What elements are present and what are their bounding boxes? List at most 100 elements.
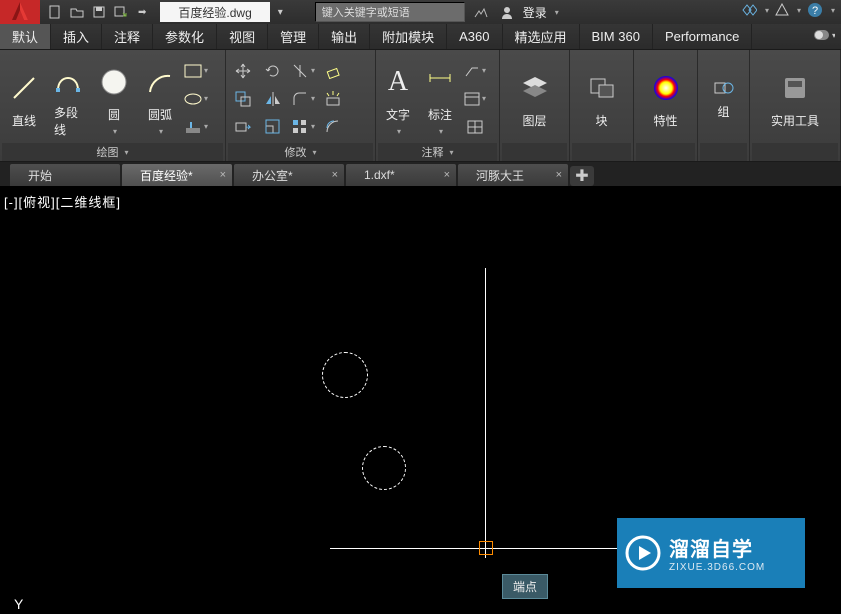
mirror-icon[interactable]: [260, 86, 286, 112]
svg-text:?: ?: [812, 5, 818, 17]
line-label: 直线: [12, 112, 36, 129]
polyline-button[interactable]: 多段线: [46, 58, 90, 140]
tab-view[interactable]: 视图: [217, 24, 268, 49]
text-button[interactable]: A 文字▾: [378, 60, 418, 138]
properties-button[interactable]: 特性: [643, 66, 689, 131]
tab-featured[interactable]: 精选应用: [503, 24, 580, 49]
fillet-icon[interactable]: ▾: [290, 86, 316, 112]
util-button[interactable]: 实用工具: [763, 66, 827, 131]
tab-bim360[interactable]: BIM 360: [580, 24, 653, 49]
erase-icon[interactable]: [320, 58, 346, 84]
login-label[interactable]: 登录: [523, 4, 547, 21]
ribbon: 直线 多段线 圆▾ 圆弧▾ ▾ ▾ ▾ 绘图▾: [0, 50, 841, 162]
panel-layer-label: [502, 143, 567, 161]
hatch-icon[interactable]: ▾: [184, 114, 208, 140]
exchange-icon[interactable]: [741, 3, 757, 17]
panel-block-label: [572, 143, 631, 161]
svg-text:▾: ▾: [832, 31, 835, 40]
selected-circle-2[interactable]: [362, 446, 406, 490]
recent-dropdown-icon[interactable]: ▾: [274, 7, 287, 18]
close-icon[interactable]: ×: [444, 169, 450, 181]
move-icon[interactable]: [230, 58, 256, 84]
dim-button[interactable]: 标注▾: [418, 60, 462, 138]
tab-default[interactable]: 默认: [0, 24, 51, 49]
doc-tab-office[interactable]: 办公室*×: [234, 164, 344, 186]
close-icon[interactable]: ×: [220, 169, 226, 181]
close-icon[interactable]: ×: [556, 169, 562, 181]
explode-icon[interactable]: [320, 86, 346, 112]
close-icon[interactable]: ×: [332, 169, 338, 181]
tab-annotate[interactable]: 注释: [102, 24, 153, 49]
user-icon[interactable]: [497, 5, 517, 19]
dim-label: 标注: [428, 106, 452, 123]
line-button[interactable]: 直线: [2, 66, 46, 131]
circle-label: 圆: [108, 106, 120, 123]
search-input[interactable]: 键入关键字或短语: [315, 2, 465, 22]
panel-group: 组: [698, 50, 750, 161]
search-icon[interactable]: [471, 5, 491, 19]
tab-insert[interactable]: 插入: [51, 24, 102, 49]
osnap-tooltip: 端点: [502, 574, 548, 599]
filename-display: 百度经验.dwg: [160, 2, 269, 22]
doc-tab-baidu[interactable]: 百度经验*×: [122, 164, 232, 186]
polyline-label: 多段线: [54, 104, 82, 138]
title-bar: ➡ 百度经验.dwg ▾ 键入关键字或短语 登录 ▾ ▾ ▾ ? ▾: [0, 0, 841, 24]
pickbox-cursor: [479, 541, 493, 555]
copy-icon[interactable]: [230, 86, 256, 112]
watermark-sub: ZIXUE.3D66.COM: [669, 562, 765, 573]
doc-tab-start[interactable]: 开始: [10, 164, 120, 186]
help-icon[interactable]: ?: [807, 2, 823, 18]
app-store-icon[interactable]: [775, 3, 789, 17]
saveas-icon[interactable]: [112, 3, 130, 21]
drawing-line-vertical[interactable]: [485, 268, 486, 558]
save-icon[interactable]: [90, 3, 108, 21]
circle-button[interactable]: 圆▾: [90, 60, 138, 138]
add-tab-button[interactable]: ✚: [570, 166, 594, 186]
quick-access-toolbar: ➡: [40, 3, 156, 21]
panel-annotate-label[interactable]: 注释▾: [378, 143, 497, 161]
block-button[interactable]: 块: [579, 66, 625, 131]
qat-more-icon[interactable]: ➡: [134, 7, 150, 18]
ribbon-cycle-icon[interactable]: ▾: [813, 28, 835, 42]
tab-output[interactable]: 输出: [319, 24, 370, 49]
app-logo[interactable]: [0, 0, 40, 24]
rotate-icon[interactable]: [260, 58, 286, 84]
leader-icon[interactable]: ▾: [464, 58, 486, 84]
panel-annotate: A 文字▾ 标注▾ ▾ ▾ 注释▾: [376, 50, 500, 161]
open-icon[interactable]: [68, 3, 86, 21]
arc-button[interactable]: 圆弧▾: [138, 60, 182, 138]
ellipse-icon[interactable]: ▾: [184, 86, 208, 112]
panel-draw: 直线 多段线 圆▾ 圆弧▾ ▾ ▾ ▾ 绘图▾: [0, 50, 226, 161]
doc-tab-dxf[interactable]: 1.dxf*×: [346, 164, 456, 186]
panel-properties: 特性: [634, 50, 698, 161]
layer-button[interactable]: 图层: [512, 66, 558, 131]
view-control-label[interactable]: [-][俯视][二维线框]: [4, 192, 121, 211]
trim-icon[interactable]: ▾: [290, 58, 316, 84]
tab-performance[interactable]: Performance: [653, 24, 752, 49]
new-icon[interactable]: [46, 3, 64, 21]
group-button[interactable]: 组: [705, 75, 743, 122]
offset-icon[interactable]: [320, 114, 346, 140]
panel-modify: ▾ ▾ ▾ 修改▾: [226, 50, 376, 161]
tab-a360[interactable]: A360: [447, 24, 502, 49]
table-icon[interactable]: ▾: [464, 86, 486, 112]
tab-manage[interactable]: 管理: [268, 24, 319, 49]
table2-icon[interactable]: [464, 114, 486, 140]
login-dropdown-icon[interactable]: ▾: [555, 8, 559, 17]
document-tabs: 开始 百度经验*× 办公室*× 1.dxf*× 河豚大王× ✚: [0, 162, 841, 186]
doc-tab-hetun[interactable]: 河豚大王×: [458, 164, 568, 186]
tab-addon[interactable]: 附加模块: [370, 24, 447, 49]
panel-block: 块: [570, 50, 634, 161]
block-label: 块: [595, 112, 607, 129]
drawing-canvas[interactable]: [-][俯视][二维线框] 端点 Y 溜溜自学 ZIXUE.3D66.COM: [0, 186, 841, 614]
arc-label: 圆弧: [148, 106, 172, 123]
rect-icon[interactable]: ▾: [184, 58, 208, 84]
tab-param[interactable]: 参数化: [153, 24, 217, 49]
scale-icon[interactable]: [260, 114, 286, 140]
selected-circle-1[interactable]: [322, 352, 368, 398]
panel-draw-label[interactable]: 绘图▾: [2, 143, 223, 161]
panel-modify-label[interactable]: 修改▾: [228, 143, 373, 161]
array-icon[interactable]: ▾: [290, 114, 316, 140]
stretch-icon[interactable]: [230, 114, 256, 140]
title-icons: 登录 ▾: [471, 4, 559, 21]
